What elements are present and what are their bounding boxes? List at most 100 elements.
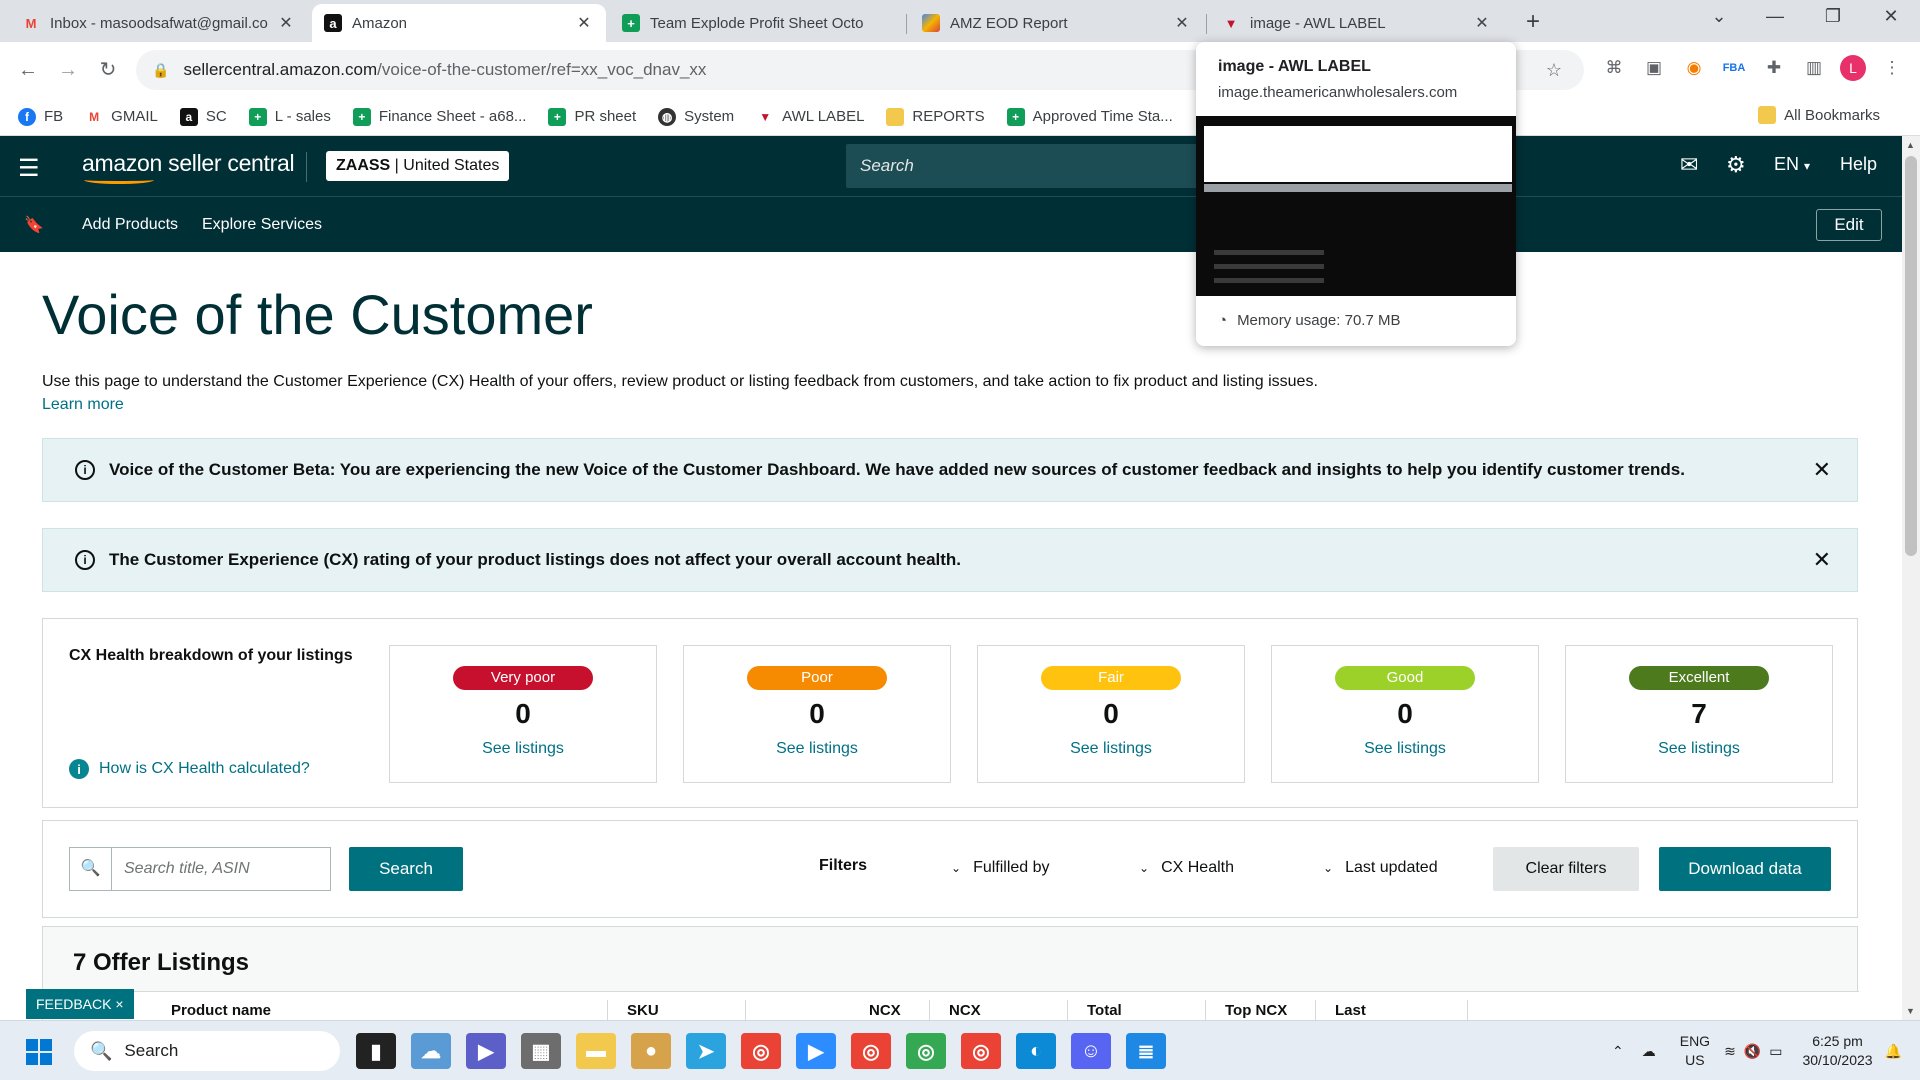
tab-awl-label[interactable]: ▼ image - AWL LABEL ✕	[1210, 4, 1504, 42]
bookmark-awl-label[interactable]: ▼ AWL LABEL	[756, 108, 864, 126]
close-icon[interactable]: ✕	[1172, 13, 1192, 33]
taskbar-clock[interactable]: 6:25 pm 30/10/2023	[1802, 1032, 1872, 1070]
language-selector[interactable]: EN ▾	[1774, 154, 1810, 175]
nav-add-products[interactable]: Add Products	[82, 216, 178, 234]
fba-extension-icon[interactable]: FBA	[1720, 54, 1748, 82]
volume-muted-icon[interactable]: 🔇	[1744, 1043, 1761, 1060]
scroll-down-icon[interactable]: ▼	[1906, 1006, 1915, 1016]
clear-filters-button[interactable]: Clear filters	[1493, 847, 1639, 891]
bookmark-system[interactable]: ◍ System	[658, 107, 734, 126]
wifi-icon[interactable]: ≋	[1724, 1043, 1736, 1060]
bookmark-approved-time[interactable]: + Approved Time Sta...	[1006, 107, 1173, 126]
zoom-icon[interactable]: ▶	[796, 1033, 836, 1069]
task-view-icon[interactable]: ▮	[356, 1033, 396, 1069]
mail-icon[interactable]: ✉	[1680, 152, 1698, 178]
column-header[interactable]: NCX	[949, 1002, 981, 1019]
help-link[interactable]: Help	[1840, 154, 1877, 175]
column-header[interactable]: Top NCX	[1225, 1002, 1287, 1019]
telegram-icon[interactable]: ➤	[686, 1033, 726, 1069]
language-indicator[interactable]: ENG US	[1680, 1032, 1710, 1070]
tab-eod-report[interactable]: AMZ EOD Report ✕	[910, 4, 1204, 42]
hamburger-menu-icon[interactable]: ☰	[18, 154, 40, 183]
calculator-icon[interactable]: ▦	[521, 1033, 561, 1069]
back-icon[interactable]: ←	[12, 54, 44, 86]
tab-search-icon[interactable]: ⌄	[1704, 6, 1734, 27]
weather-icon[interactable]: ☁	[411, 1033, 451, 1069]
close-icon[interactable]: ✕	[1472, 13, 1492, 33]
new-tab-button[interactable]: +	[1518, 8, 1548, 36]
all-bookmarks[interactable]: All Bookmarks	[1758, 106, 1880, 124]
edge-icon[interactable]: ◐	[1016, 1033, 1056, 1069]
profile-avatar[interactable]: L	[1840, 55, 1866, 81]
store-switcher[interactable]: ZAASS | United States	[326, 151, 510, 181]
see-listings-link[interactable]: See listings	[1272, 740, 1538, 758]
tab-amazon[interactable]: a Amazon ✕	[312, 4, 606, 42]
see-listings-link[interactable]: See listings	[1566, 740, 1832, 758]
bookmark-l-sales[interactable]: + L - sales	[248, 107, 331, 126]
camera-extension-icon[interactable]: ▣	[1640, 54, 1668, 82]
column-header[interactable]: SKU	[627, 1002, 659, 1019]
see-listings-link[interactable]: See listings	[684, 740, 950, 758]
close-icon[interactable]: ✕	[574, 13, 594, 33]
gear-icon[interactable]: ⚙	[1726, 152, 1746, 178]
teams-icon[interactable]: ▶	[466, 1033, 506, 1069]
close-icon[interactable]: ✕	[276, 13, 296, 33]
bookmark-finance-sheet[interactable]: + Finance Sheet - a68...	[352, 107, 526, 126]
column-header[interactable]: Product name	[171, 1002, 271, 1019]
bookmark-gmail[interactable]: M GMAIL	[85, 108, 158, 126]
bookmark-pr-sheet[interactable]: + PR sheet	[548, 107, 636, 126]
notepad-icon[interactable]: ≣	[1126, 1033, 1166, 1069]
filter-last-updated[interactable]: ⌄ Last updated	[1323, 859, 1438, 877]
edit-button[interactable]: Edit	[1816, 209, 1882, 241]
column-header[interactable]: Last	[1335, 1002, 1366, 1019]
app-icon[interactable]: ●	[631, 1033, 671, 1069]
bookmark-fb[interactable]: f FB	[18, 107, 63, 126]
extension-icon[interactable]: ⌘	[1600, 54, 1628, 82]
column-header[interactable]: Total	[1087, 1002, 1122, 1019]
minimize-icon[interactable]: —	[1760, 6, 1790, 27]
tab-profit-sheet[interactable]: + Team Explode Profit Sheet Octob	[610, 4, 904, 42]
page-scrollbar[interactable]: ▲ ▼	[1902, 136, 1920, 1020]
chrome-icon[interactable]: ◎	[906, 1033, 946, 1069]
column-header[interactable]: NCX	[869, 1002, 901, 1019]
taskbar-search[interactable]: 🔍 Search	[74, 1031, 340, 1071]
tab-gmail[interactable]: M Inbox - masoodsafwat@gmail.com ✕	[10, 4, 308, 42]
learn-more-link[interactable]: Learn more	[42, 396, 124, 413]
close-icon[interactable]: ✕	[1813, 547, 1831, 573]
seller-central-logo[interactable]: amazon seller central	[82, 150, 295, 184]
puzzle-icon[interactable]: ✚	[1760, 54, 1788, 82]
reload-icon[interactable]: ↻	[92, 54, 124, 86]
lock-icon[interactable]: 🔒	[152, 62, 169, 79]
close-icon[interactable]: ✕	[1813, 457, 1831, 483]
bookmark-sc[interactable]: a SC	[179, 107, 227, 126]
header-search-input[interactable]: Search	[846, 144, 1206, 188]
file-explorer-icon[interactable]: ▬	[576, 1033, 616, 1069]
window-close-icon[interactable]: ✕	[1876, 6, 1906, 27]
discord-icon[interactable]: ☺	[1071, 1033, 1111, 1069]
windows-start-icon[interactable]	[26, 1039, 52, 1065]
cx-help-link[interactable]: i How is CX Health calculated?	[69, 759, 310, 779]
forward-icon[interactable]: →	[52, 54, 84, 86]
chrome-icon[interactable]: ◎	[851, 1033, 891, 1069]
extension-icon[interactable]: ◉	[1680, 54, 1708, 82]
star-icon[interactable]: ☆	[1546, 60, 1562, 81]
notification-bell-icon[interactable]: 🔔	[1885, 1043, 1902, 1060]
battery-icon[interactable]: ▭	[1769, 1043, 1782, 1060]
listing-search-field[interactable]: 🔍 Search title, ASIN	[69, 847, 331, 891]
restore-icon[interactable]: ❐	[1818, 6, 1848, 27]
chevron-up-icon[interactable]: ⌃	[1612, 1043, 1624, 1060]
download-data-button[interactable]: Download data	[1659, 847, 1831, 891]
bookmark-icon[interactable]: 🔖	[24, 215, 44, 235]
filter-cx-health[interactable]: ⌄ CX Health	[1139, 859, 1234, 877]
scroll-up-icon[interactable]: ▲	[1906, 140, 1915, 150]
onedrive-icon[interactable]: ☁	[1642, 1043, 1656, 1060]
search-button[interactable]: Search	[349, 847, 463, 891]
bookmark-reports[interactable]: REPORTS	[886, 107, 985, 126]
chrome-icon[interactable]: ◎	[741, 1033, 781, 1069]
side-panel-icon[interactable]: ▥	[1800, 54, 1828, 82]
see-listings-link[interactable]: See listings	[390, 740, 656, 758]
feedback-tab[interactable]: FEEDBACK ×	[26, 989, 134, 1019]
filter-fulfilled-by[interactable]: ⌄ Fulfilled by	[951, 859, 1050, 877]
nav-explore-services[interactable]: Explore Services	[202, 216, 322, 234]
search-input[interactable]: Search title, ASIN	[112, 848, 250, 890]
